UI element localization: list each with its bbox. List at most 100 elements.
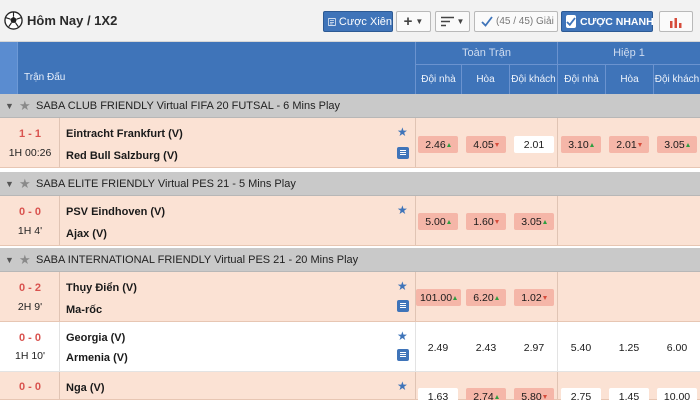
odds-h1-draw[interactable]: 1.25	[609, 339, 649, 356]
ft-draw-header: Hòa	[461, 64, 509, 94]
favorite-star-icon[interactable]: ★	[397, 279, 408, 293]
odds-value: 2.97	[523, 341, 545, 354]
league-name: SABA CLUB FRIENDLY Virtual FIFA 20 FUTSA…	[36, 99, 341, 112]
league-row[interactable]: ▼ ★ SABA ELITE FRIENDLY Virtual PES 21 -…	[0, 172, 700, 196]
soccer-ball-icon	[4, 11, 23, 30]
odds-value: 2.43	[475, 341, 497, 354]
match-stats-icon[interactable]	[397, 300, 409, 312]
odds-h1-away[interactable]: 6.00	[657, 339, 697, 356]
column-divider	[557, 322, 558, 371]
odds-ft-home[interactable]: 1.63	[418, 388, 458, 400]
match-row: 0 - 0 1H 4' PSV Eindhoven (V) Ajax (V) ★…	[0, 196, 700, 246]
checkmark-icon	[481, 16, 493, 27]
league-name: SABA INTERNATIONAL FRIENDLY Virtual PES …	[36, 253, 359, 266]
away-team: Armenia (V)	[66, 352, 128, 364]
sort-icon	[440, 16, 454, 27]
collapse-icon[interactable]: ▼	[5, 101, 19, 111]
odds-value: 3.05	[664, 138, 685, 151]
parlay-button[interactable]: Cược Xiên	[323, 11, 393, 32]
page-title: Hôm Nay / 1X2	[27, 13, 118, 28]
match-clock: 1H 4'	[17, 225, 43, 237]
odds-ft-away[interactable]: 5.80	[514, 388, 554, 400]
checkbox[interactable]	[566, 15, 576, 28]
odds-ft-draw[interactable]: 6.20	[466, 289, 506, 306]
odds-value: 2.74	[473, 390, 494, 400]
odds-value: 1.60	[473, 215, 494, 228]
match-time-cell: 0 - 0 1H 4'	[0, 196, 60, 245]
odds-value: 2.01	[523, 138, 545, 151]
odds-h1-away[interactable]: 10.00	[657, 388, 697, 400]
add-button[interactable]: + ▼	[396, 11, 431, 32]
odds-value: 10.00	[663, 390, 691, 400]
favorite-star-icon[interactable]: ★	[397, 125, 408, 139]
odds-h1-away[interactable]: 3.05	[657, 136, 697, 153]
column-divider	[415, 196, 416, 245]
odds-ft-draw[interactable]: 2.74	[466, 388, 506, 400]
away-team: Ma-rốc	[66, 304, 103, 316]
collapse-icon[interactable]: ▼	[5, 179, 19, 189]
odds-ft-draw[interactable]: 2.43	[466, 339, 506, 356]
odds-value: 2.01	[616, 138, 637, 151]
odds-h1-home[interactable]: 3.10	[561, 136, 601, 153]
match-score: 0 - 0	[18, 206, 41, 218]
away-team: Red Bull Salzburg (V)	[66, 150, 178, 162]
odds-value: 3.10	[568, 138, 589, 151]
odds-h1-home[interactable]: 2.75	[561, 388, 601, 400]
odds-h1-home[interactable]: 5.40	[561, 339, 601, 356]
league-count: (45 / 45) Giải	[496, 16, 554, 27]
league-row[interactable]: ▼ ★ SABA INTERNATIONAL FRIENDLY Virtual …	[0, 248, 700, 272]
odds-ft-home[interactable]: 2.46	[418, 136, 458, 153]
odds-ft-home[interactable]: 101.00	[416, 289, 461, 306]
column-divider	[557, 372, 558, 399]
match-row: 0 - 0 1H 10' Georgia (V) Armenia (V) ★ 2…	[0, 322, 700, 372]
column-divider	[415, 322, 416, 371]
odds-value: 4.05	[473, 138, 494, 151]
odds-ft-away[interactable]: 2.01	[514, 136, 554, 153]
match-score: 0 - 2	[18, 282, 41, 294]
odds-ft-away[interactable]: 2.97	[514, 339, 554, 356]
odds-ft-home[interactable]: 2.49	[418, 339, 458, 356]
odds-ft-draw[interactable]: 4.05	[466, 136, 506, 153]
star-icon[interactable]: ★	[19, 98, 33, 114]
match-stats-icon[interactable]	[397, 147, 409, 159]
odds-ft-draw[interactable]: 1.60	[466, 213, 506, 230]
odds-ft-home[interactable]: 5.00	[418, 213, 458, 230]
odds-value: 101.00	[419, 291, 453, 304]
fast-bet-toggle[interactable]: CƯỢC NHANH	[561, 11, 654, 32]
league-row[interactable]: ▼ ★ SABA CLUB FRIENDLY Virtual FIFA 20 F…	[0, 94, 700, 118]
match-stats-icon[interactable]	[397, 349, 409, 361]
stats-button[interactable]	[659, 11, 693, 32]
odds-ft-away[interactable]: 1.02	[514, 289, 554, 306]
sort-button[interactable]: ▼	[435, 11, 470, 32]
odds-table-header: Trận Đấu Toàn Trận Hiệp 1 Đội nhà Hòa Độ…	[0, 42, 700, 94]
odds-ft-away[interactable]: 3.05	[514, 213, 554, 230]
first-half-header: Hiệp 1	[557, 42, 700, 64]
collapse-icon[interactable]: ▼	[5, 255, 19, 265]
odds-value: 5.40	[570, 341, 592, 354]
h1-away-header: Đội khách	[653, 64, 700, 94]
league-name: SABA ELITE FRIENDLY Virtual PES 21 - 5 M…	[36, 177, 296, 190]
stats-icon	[670, 17, 682, 28]
favorite-star-icon[interactable]: ★	[397, 379, 408, 393]
plus-icon: +	[403, 13, 413, 30]
league-filter-button[interactable]: (45 / 45) Giải	[474, 11, 558, 32]
odds-h1-draw[interactable]: 2.01	[609, 136, 649, 153]
match-score: 0 - 0	[18, 381, 41, 393]
star-icon[interactable]: ★	[19, 252, 33, 268]
home-team: Eintracht Frankfurt (V)	[66, 128, 183, 140]
parlay-icon	[328, 17, 336, 26]
toolbar: Hôm Nay / 1X2 Cược Xiên + ▼ ▼ (45 / 45) …	[0, 0, 700, 42]
fast-bet-label: CƯỢC NHANH	[580, 15, 654, 28]
match-column-header: Trận Đấu	[24, 72, 66, 83]
column-divider	[557, 196, 558, 245]
home-team: Thụy Điển (V)	[66, 282, 137, 294]
odds-down-icon	[542, 295, 547, 300]
favorite-star-icon[interactable]: ★	[397, 203, 408, 217]
match-score: 1 - 1	[18, 128, 41, 140]
match-clock: 1H 00:26	[8, 147, 52, 159]
odds-down-icon	[637, 142, 642, 147]
chevron-down-icon: ▼	[456, 17, 465, 26]
favorite-star-icon[interactable]: ★	[397, 329, 408, 343]
odds-h1-draw[interactable]: 1.45	[609, 388, 649, 400]
star-icon[interactable]: ★	[19, 176, 33, 192]
